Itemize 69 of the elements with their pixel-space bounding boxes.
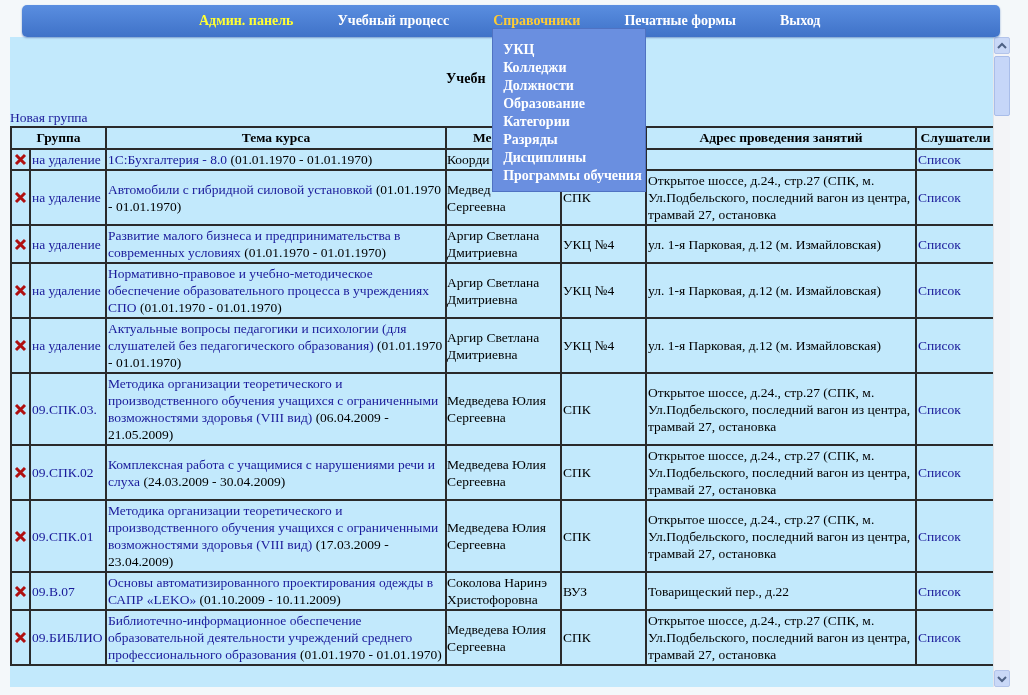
delete-icon[interactable] bbox=[14, 153, 27, 166]
teacher-cell: Медведева Юлия Сергеевна bbox=[446, 500, 561, 572]
nav-link[interactable]: Учебный процесс bbox=[337, 13, 450, 29]
listeners-link[interactable]: Список bbox=[918, 338, 961, 353]
place-cell: ВУЗ bbox=[561, 572, 646, 610]
listeners-link[interactable]: Список bbox=[918, 283, 961, 298]
column-header: Адрес проведения занятий bbox=[646, 127, 916, 149]
address-cell: Открытое шоссе, д.24., стр.27 (СПК, м. Ул.Подбельского, последний вагон из центра, трамвай 27, остановка bbox=[646, 373, 916, 445]
nav-link[interactable]: Печатные формы bbox=[624, 13, 736, 29]
address-cell: Товарищеский пер., д.22 bbox=[646, 572, 916, 610]
teacher-cell: Медведева Юлия Сергеевна bbox=[446, 610, 561, 665]
address-cell: Открытое шоссе, д.24., стр.27 (СПК, м. Ул.Подбельского, последний вагон из центра, трамвай 27, остановка bbox=[646, 445, 916, 500]
place-cell: СПК bbox=[561, 500, 646, 572]
new-group-link[interactable]: Новая группа bbox=[10, 110, 88, 125]
group-link[interactable]: 09.СПК.03. bbox=[32, 401, 97, 417]
chevron-up-icon bbox=[997, 41, 1007, 50]
chevron-down-icon bbox=[997, 674, 1007, 683]
nav-link[interactable]: Админ. панель bbox=[199, 13, 294, 29]
teacher-cell: Аргир Светлана Дмитриевна bbox=[446, 318, 561, 373]
course-cell: 1С:Бухгалтерия - 8.0 (01.01.1970 - 01.01.1970) bbox=[106, 149, 446, 170]
delete-icon[interactable] bbox=[14, 402, 27, 416]
column-header: Тема курса bbox=[106, 127, 446, 149]
address-cell: ул. 1-я Парковая, д.12 (м. Измайловская) bbox=[646, 318, 916, 373]
delete-icon[interactable] bbox=[14, 631, 27, 644]
teacher-cell: Медведева Юлия Сергеевна bbox=[446, 373, 561, 445]
scroll-thumb[interactable] bbox=[994, 56, 1010, 116]
course-cell: Библиотечно-информационное обеспечение образовательной деятельности учреждений среднего профессионального образования (01.01.1970 - 01.01.1970) bbox=[106, 610, 446, 665]
delete-icon[interactable] bbox=[14, 466, 27, 479]
place-cell: УКЦ №4 bbox=[561, 225, 646, 263]
course-cell: Нормативно-правовое и учебно-методическое обеспечение образовательного процесса в учреждениях СПО (01.01.1970 - 01.01.1970) bbox=[106, 263, 446, 318]
address-cell: Открытое шоссе, д.24., стр.27 (СПК, м. Ул.Подбельского, последний вагон из центра, трамвай 27, остановка bbox=[646, 610, 916, 665]
teacher-cell: Соколова Наринэ Христофоровна bbox=[446, 572, 561, 610]
address-cell: ул. 1-я Парковая, д.12 (м. Измайловская) bbox=[646, 263, 916, 318]
course-cell: Методика организации теоретического и производственного обучения учащихся с ограниченными возможностями здоровья (VIII вид) (06.04.2009 - 21.05.2009) bbox=[106, 373, 446, 445]
address-cell: Открытое шоссе, д.24., стр.27 (СПК, м. Ул.Подбельского, последний вагон из центра, трамвай 27, остановка bbox=[646, 500, 916, 572]
delete-icon[interactable] bbox=[14, 191, 27, 204]
course-cell: Основы автоматизированного проектирования одежды в САПР «LEKO» (01.10.2009 - 10.11.2009) bbox=[106, 572, 446, 610]
scroll-down-button[interactable] bbox=[994, 670, 1010, 687]
column-header: Группа bbox=[11, 127, 106, 149]
place-cell: УКЦ №4 bbox=[561, 263, 646, 318]
teacher-cell: Аргир Светлана Дмитриевна bbox=[446, 225, 561, 263]
scrollbar[interactable] bbox=[993, 37, 1010, 687]
scroll-up-button[interactable] bbox=[994, 37, 1010, 54]
delete-icon[interactable] bbox=[14, 284, 27, 297]
listeners-link[interactable]: Список bbox=[918, 465, 961, 480]
address-cell: ул. 1-я Парковая, д.12 (м. Измайловская) bbox=[646, 225, 916, 263]
place-cell: СПК bbox=[561, 445, 646, 500]
course-cell: Актуальные вопросы педагогики и психологии (для слушателей без педагогического образования) (01.01.1970 - 01.01.1970) bbox=[106, 318, 446, 373]
listeners-link[interactable]: Список bbox=[918, 190, 961, 205]
nav-link[interactable]: Выход bbox=[780, 13, 821, 29]
teacher-cell: Аргир Светлана Дмитриевна bbox=[446, 263, 561, 318]
course-cell: Методика организации теоретического и производственного обучения учащихся с ограниченными возможностями здоровья (VIII вид) (17.03.2009 - 23.04.2009) bbox=[106, 500, 446, 572]
delete-icon[interactable] bbox=[14, 339, 27, 352]
teacher-cell: Медведева Юлия Сергеевна bbox=[446, 445, 561, 500]
course-cell: Автомобили с гибридной силовой установкой (01.01.1970 - 01.01.1970) bbox=[106, 170, 446, 225]
course-cell: Комплексная работа с учащимися с нарушениями речи и слуха (24.03.2009 - 30.04.2009) bbox=[106, 445, 446, 500]
address-cell: Открытое шоссе, д.24., стр.27 (СПК, м. Ул.Подбельского, последний вагон из центра, трамвай 27, остановка bbox=[646, 170, 916, 225]
delete-icon[interactable] bbox=[14, 529, 27, 543]
place-cell: СПК bbox=[561, 373, 646, 445]
listeners-link[interactable]: Список bbox=[918, 630, 961, 645]
delete-icon[interactable] bbox=[14, 584, 27, 598]
place-cell: УКЦ №4 bbox=[561, 318, 646, 373]
page-title: Учебн bbox=[446, 71, 486, 86]
group-link[interactable]: 09.СПК.01 bbox=[32, 528, 94, 544]
delete-icon[interactable] bbox=[14, 237, 27, 251]
course-cell: Развитие малого бизнеса и предпринимательства в современных условиях (01.01.1970 - 01.01.1970) bbox=[106, 225, 446, 263]
place-cell: СПК bbox=[561, 610, 646, 665]
listeners-link[interactable]: Список bbox=[918, 528, 961, 544]
listeners-link[interactable]: Список bbox=[918, 401, 961, 417]
